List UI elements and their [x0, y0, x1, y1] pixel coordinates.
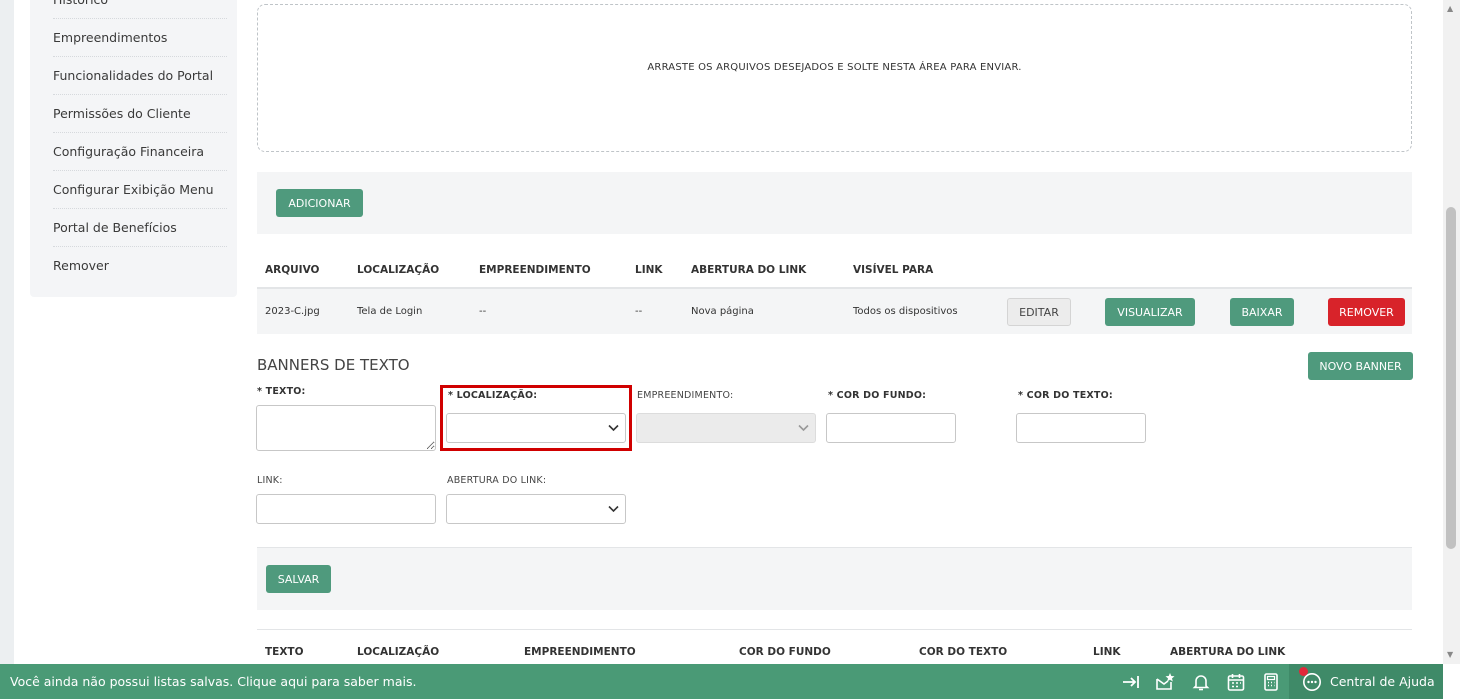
upload-actions-panel: ADICIONAR	[257, 172, 1412, 234]
sidebar-item-historico[interactable]: Histórico	[53, 0, 227, 19]
edit-button[interactable]: EDITAR	[1007, 298, 1071, 326]
save-button[interactable]: SALVAR	[266, 565, 331, 593]
col-header-arquivo: ARQUIVO	[265, 264, 320, 276]
save-actions-panel: SALVAR	[257, 548, 1412, 610]
col-header-cor-texto: COR DO TEXTO	[919, 646, 1008, 658]
cell-empreendimento: --	[479, 306, 487, 317]
label-abertura: ABERTURA DO LINK:	[447, 475, 547, 486]
view-button[interactable]: VISUALIZAR	[1105, 298, 1195, 326]
cell-abertura: Nova página	[691, 306, 754, 317]
file-dropzone[interactable]: ARRASTE OS ARQUIVOS DESEJADOS E SOLTE NE…	[257, 4, 1412, 152]
banners-table-divider	[257, 629, 1412, 630]
chevron-down-icon	[798, 424, 809, 432]
label-link: LINK:	[257, 475, 283, 486]
settings-side-menu: Histórico Empreendimentos Funcionalidade…	[30, 0, 237, 297]
scroll-up-icon[interactable]: ▲	[1447, 4, 1453, 13]
add-button[interactable]: ADICIONAR	[276, 189, 363, 217]
chevron-down-icon	[608, 505, 619, 513]
label-cor-fundo: * COR DO FUNDO:	[828, 390, 927, 401]
help-center-label: Central de Ajuda	[1330, 674, 1435, 689]
dropzone-text: ARRASTE OS ARQUIVOS DESEJADOS E SOLTE NE…	[647, 62, 1022, 73]
vertical-scrollbar[interactable]: ▲ ▼	[1443, 0, 1460, 664]
abertura-select[interactable]	[446, 494, 626, 524]
scroll-thumb[interactable]	[1446, 207, 1456, 549]
col-header-cor-fundo: COR DO FUNDO	[739, 646, 831, 658]
col-header-visivel: VISÍVEL PARA	[853, 264, 934, 276]
help-center-button[interactable]: Central de Ajuda	[1289, 664, 1443, 699]
cell-visivel: Todos os dispositivos	[853, 306, 958, 317]
col-header-empreendimento: EMPREENDIMENTO	[524, 646, 636, 658]
texto-textarea[interactable]	[256, 405, 436, 451]
sidebar-item-remover[interactable]: Remover	[53, 247, 227, 285]
scroll-down-icon[interactable]: ▼	[1447, 650, 1453, 659]
sidebar-item-funcionalidades[interactable]: Funcionalidades do Portal	[53, 57, 227, 95]
col-header-texto: TEXTO	[265, 646, 304, 658]
col-header-abertura: ABERTURA DO LINK	[691, 264, 807, 276]
saved-lists-message[interactable]: Você ainda não possui listas salvas. Cli…	[10, 664, 416, 699]
label-empreendimento: EMPREENDIMENTO:	[637, 390, 734, 401]
col-header-link: LINK	[635, 264, 663, 276]
cell-localizacao: Tela de Login	[357, 306, 423, 317]
footer-bar: Você ainda não possui listas salvas. Cli…	[0, 664, 1443, 699]
notification-dot	[1299, 667, 1308, 676]
col-header-link: LINK	[1093, 646, 1121, 658]
remove-button[interactable]: REMOVER	[1328, 298, 1405, 326]
sidebar-item-permissoes[interactable]: Permissões do Cliente	[53, 95, 227, 133]
sidebar-item-config-financeira[interactable]: Configuração Financeira	[53, 133, 227, 171]
col-header-empreendimento: EMPREENDIMENTO	[479, 264, 591, 276]
sidebar-item-beneficios[interactable]: Portal de Benefícios	[53, 209, 227, 247]
label-texto: * TEXTO:	[257, 386, 306, 397]
highlight-box	[440, 385, 632, 451]
label-cor-texto: * COR DO TEXTO:	[1018, 390, 1113, 401]
section-title-text-banners: BANNERS DE TEXTO	[257, 356, 410, 374]
sidebar-item-empreendimentos[interactable]: Empreendimentos	[53, 19, 227, 57]
collapse-right-icon[interactable]	[1121, 672, 1141, 692]
cell-arquivo: 2023-C.jpg	[265, 306, 320, 317]
bell-icon[interactable]	[1191, 672, 1211, 692]
download-button[interactable]: BAIXAR	[1230, 298, 1294, 326]
new-banner-button[interactable]: NOVO BANNER	[1308, 352, 1413, 380]
cor-fundo-input[interactable]	[826, 413, 956, 443]
calculator-icon[interactable]	[1261, 672, 1281, 692]
col-header-localizacao: LOCALIZAÇÃO	[357, 646, 440, 658]
cell-link: --	[635, 306, 643, 317]
col-header-localizacao: LOCALIZAÇÃO	[357, 264, 440, 276]
left-edge	[0, 0, 14, 664]
link-input[interactable]	[256, 494, 436, 524]
mail-star-icon[interactable]	[1155, 672, 1175, 692]
sidebar-item-config-menu[interactable]: Configurar Exibição Menu	[53, 171, 227, 209]
empreendimento-select	[636, 413, 816, 443]
col-header-abertura: ABERTURA DO LINK	[1170, 646, 1286, 658]
calendar-icon[interactable]	[1226, 672, 1246, 692]
cor-texto-input[interactable]	[1016, 413, 1146, 443]
